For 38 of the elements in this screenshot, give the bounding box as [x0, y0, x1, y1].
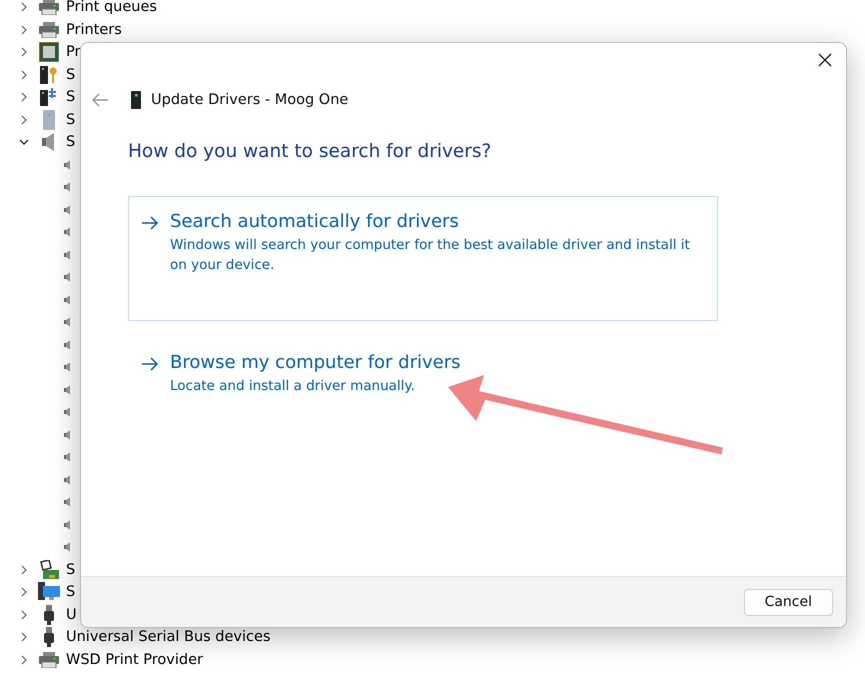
tree-item-label[interactable]: S — [64, 89, 76, 106]
dialog-heading: How do you want to search for drivers? — [128, 141, 492, 162]
computer-tower-icon — [43, 110, 55, 130]
option-item[interactable]: Browse my computer for drivers Locate and install a driver manually. — [128, 337, 718, 411]
close-icon[interactable] — [818, 53, 832, 67]
tree-item-label[interactable]: S — [64, 134, 76, 150]
server-key-icon — [39, 64, 59, 85]
monitor-icon — [38, 582, 60, 602]
tree-item-label[interactable]: Pr — [64, 44, 80, 60]
tree-item-label[interactable]: S — [64, 562, 76, 578]
printer-icon — [39, 652, 59, 668]
storage-controller-icon — [39, 560, 59, 580]
printer-icon — [39, 22, 59, 38]
cancel-button[interactable]: Cancel — [744, 588, 833, 616]
tree-item-label[interactable]: Print queues — [64, 0, 157, 16]
printer-icon — [39, 0, 59, 16]
right-arrow-icon — [141, 356, 159, 372]
option-card[interactable]: Search automatically for drivers Windows will search your computer for the best available driver and install it on your device. — [128, 196, 718, 321]
right-arrow-icon — [141, 215, 159, 231]
tree-item-label[interactable]: U — [64, 606, 77, 623]
tree-item-label[interactable]: S — [64, 584, 76, 600]
device-icon — [131, 91, 141, 109]
option-description: Windows will search your computer for the best available driver and install it on your device. — [170, 236, 691, 275]
usb-plug-icon — [43, 627, 55, 648]
tree-item-label[interactable]: Universal Serial Bus devices — [64, 629, 270, 646]
option-description: Locate and install a driver manually. — [170, 377, 416, 396]
chip-icon — [39, 42, 59, 62]
tree-item-label[interactable]: WSD Print Provider — [64, 652, 203, 668]
dialog-title: Update Drivers - Moog One — [151, 92, 348, 108]
tree-item-label[interactable]: Printers — [64, 22, 122, 38]
back-arrow-icon[interactable] — [91, 93, 109, 107]
option-title: Browse my computer for drivers — [170, 352, 461, 373]
tree-item-label[interactable]: S — [64, 112, 76, 128]
tree-item-label[interactable]: S — [64, 66, 76, 83]
speaker-icon — [42, 133, 56, 152]
usb-plug-icon — [43, 604, 55, 625]
option-title: Search automatically for drivers — [170, 211, 460, 232]
server-network-icon — [39, 87, 59, 108]
